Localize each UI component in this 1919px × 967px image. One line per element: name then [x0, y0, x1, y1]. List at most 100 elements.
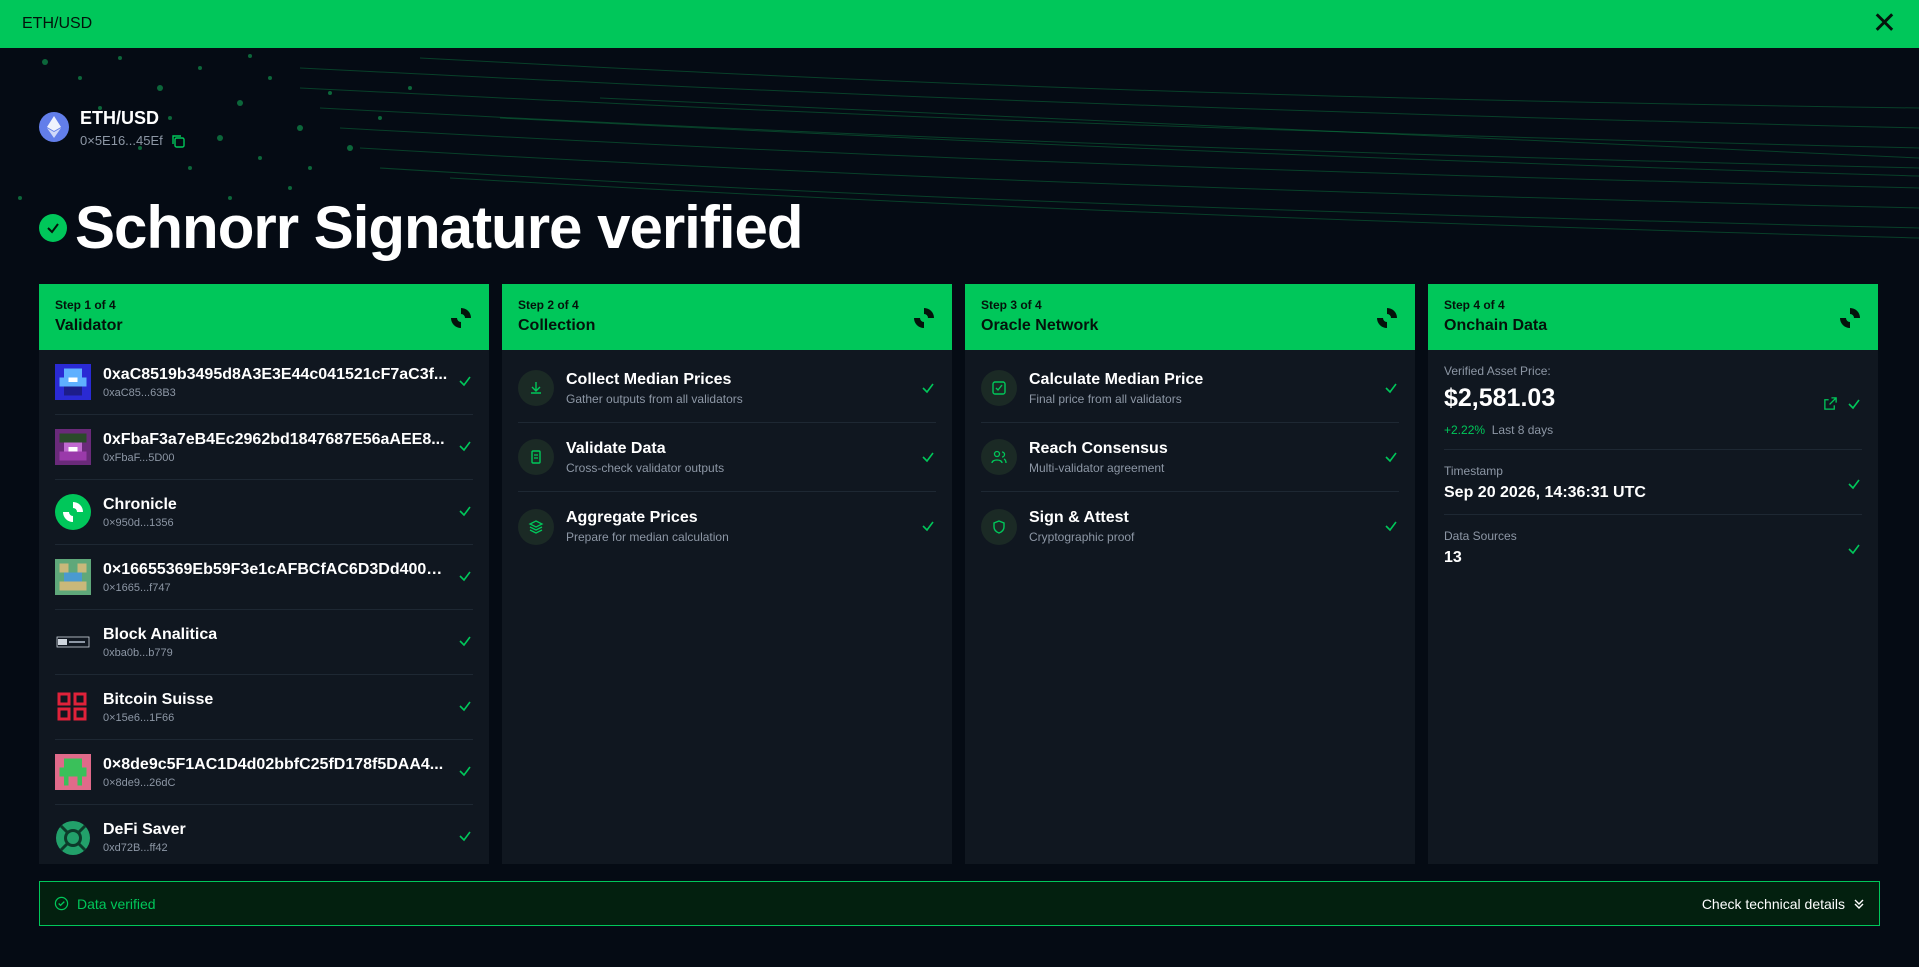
- panel-header: Step 3 of 4 Oracle Network: [965, 284, 1415, 350]
- validator-row[interactable]: Chronicle 0×950d...1356: [55, 480, 473, 545]
- validator-row[interactable]: 0xaC8519b3495d8A3E3E44c041521cF7aC3f... 0…: [55, 350, 473, 415]
- check-icon: [922, 452, 934, 463]
- window-title: ETH/USD: [22, 15, 93, 32]
- oracle-network-panel: Step 3 of 4 Oracle Network Calculate Med…: [965, 284, 1415, 864]
- step-title: Aggregate Prices: [566, 509, 698, 526]
- chronicle-icon: [1840, 308, 1860, 328]
- panel-title: Oracle Network: [981, 317, 1099, 334]
- validator-address: 0×950d...1356: [103, 516, 174, 529]
- timestamp-value: Sep 20 2026, 14:36:31 UTC: [1444, 484, 1646, 501]
- pixel-avatar-green: [55, 754, 91, 790]
- check-icon: [459, 506, 471, 517]
- check-icon: [459, 766, 471, 777]
- step-title: Sign & Attest: [1029, 509, 1129, 526]
- validator-address: 0xFbaF...5D00: [103, 451, 175, 464]
- chronicle-icon: [914, 308, 934, 328]
- step-title: Collect Median Prices: [566, 370, 732, 388]
- price-label: Verified Asset Price:: [1444, 364, 1551, 378]
- step-title: Reach Consensus: [1029, 439, 1168, 457]
- check-square-icon: [981, 370, 1017, 406]
- validator-address: 0xd72B...ff42: [103, 842, 168, 854]
- validator-row[interactable]: 0xFbaF3a7eB4Ec2962bd1847687E56aAEE8... 0x…: [55, 415, 473, 480]
- validator-row[interactable]: 0×16655369Eb59F3e1cAFBCfAC6D3Dd4001... 0×…: [55, 545, 473, 610]
- verification-heading: Schnorr Signature verified: [39, 193, 804, 262]
- panel-header: Step 4 of 4 Onchain Data: [1428, 284, 1878, 350]
- validator-address: 0×1665...f747: [103, 581, 171, 594]
- pixel-avatar-blue: [55, 364, 91, 400]
- validator-address: 0xaC85...63B3: [103, 386, 176, 399]
- check-icon: [459, 376, 471, 387]
- validator-name: 0xaC8519b3495d8A3E3E44c041521cF7aC3f...: [103, 365, 448, 383]
- oracle-step-row: Reach Consensus Multi-validator agreement: [981, 423, 1399, 492]
- check-icon: [459, 701, 471, 712]
- validator-address: 0×8de9...26dC: [103, 776, 176, 789]
- panel-header: Step 1 of 4 Validator: [39, 284, 489, 350]
- asset-address: 0×5E16...45Ef: [80, 133, 163, 148]
- collection-step-row: Collect Median Prices Gather outputs from…: [518, 354, 936, 423]
- oracle-step-row: Calculate Median Price Final price from a…: [981, 354, 1399, 423]
- defi-saver-logo: [56, 820, 90, 855]
- check-icon: [1385, 521, 1397, 532]
- price-change: +2.22%: [1444, 423, 1486, 437]
- validator-row[interactable]: DeFi Saver 0xd72B...ff42: [55, 805, 473, 870]
- check-icon: [459, 636, 471, 647]
- step-description: Multi-validator agreement: [1029, 460, 1165, 475]
- validator-name: Chronicle: [103, 495, 177, 513]
- technical-details-toggle[interactable]: Check technical details: [1702, 896, 1865, 912]
- validator-name: Bitcoin Suisse: [103, 690, 214, 708]
- oracle-step-row: Sign & Attest Cryptographic proof: [981, 492, 1399, 561]
- copy-icon[interactable]: [171, 134, 185, 148]
- validator-row[interactable]: 0×8de9c5F1AC1D4d02bbfC25fD178f5DAA4... 0×…: [55, 740, 473, 805]
- validator-row[interactable]: Block Analitica 0xba0b...b779: [55, 610, 473, 675]
- check-icon: [1385, 383, 1397, 394]
- page-title: Schnorr Signature verified: [75, 194, 804, 261]
- onchain-data-panel: Step 4 of 4 Onchain Data Verified Asset …: [1428, 284, 1878, 864]
- validator-name: 0×8de9c5F1AC1D4d02bbfC25fD178f5DAA4...: [103, 755, 444, 773]
- data-sources-value: 13: [1444, 549, 1462, 566]
- validator-name: Block Analitica: [103, 625, 218, 643]
- step-title: Validate Data: [566, 439, 666, 457]
- users-icon: [981, 439, 1017, 475]
- check-circle-icon: [54, 896, 69, 911]
- panel-title: Collection: [518, 317, 596, 334]
- ethereum-icon: [39, 112, 69, 142]
- validator-list: 0xaC8519b3495d8A3E3E44c041521cF7aC3f... 0…: [39, 350, 489, 870]
- close-icon[interactable]: ✕: [1872, 9, 1897, 39]
- top-bar: ETH/USD ✕: [0, 0, 1919, 48]
- pixel-avatar-purple: [55, 429, 91, 465]
- collection-step-row: Validate Data Cross-check validator outpu…: [518, 423, 936, 492]
- validator-name: DeFi Saver: [103, 821, 186, 838]
- asset-header: ETH/USD 0×5E16...45Ef: [39, 108, 185, 148]
- check-icon: [1848, 479, 1860, 490]
- step-description: Gather outputs from all validators: [566, 391, 743, 406]
- step-description: Cross-check validator outputs: [566, 460, 725, 475]
- validator-name: 0xFbaF3a7eB4Ec2962bd1847687E56aAEE8...: [103, 430, 445, 448]
- data-sources-row: Data Sources 13: [1444, 515, 1862, 579]
- step-label: Step 4 of 4: [1444, 298, 1505, 312]
- price-change-period: Last 8 days: [1491, 423, 1554, 437]
- verification-footer: Data verified Check technical details: [39, 881, 1880, 926]
- chronicle-icon: [1377, 308, 1397, 328]
- price-row: Verified Asset Price: $2,581.03 +2.22% L…: [1444, 350, 1862, 450]
- timestamp-row: Timestamp Sep 20 2026, 14:36:31 UTC: [1444, 450, 1862, 515]
- bitcoin-suisse-logo: [57, 692, 87, 721]
- timestamp-label: Timestamp: [1444, 464, 1503, 478]
- chronicle-logo: [55, 494, 91, 530]
- verified-price: $2,581.03: [1444, 384, 1556, 412]
- check-icon: [1848, 399, 1860, 410]
- block-analitica-logo: [56, 636, 90, 648]
- validator-address: 0xba0b...b779: [103, 646, 173, 659]
- panel-header: Step 2 of 4 Collection: [502, 284, 952, 350]
- validator-row[interactable]: Bitcoin Suisse 0×15e6...1F66: [55, 675, 473, 740]
- check-icon: [459, 571, 471, 582]
- asset-name: ETH/USD: [80, 108, 160, 128]
- step-description: Prepare for median calculation: [566, 530, 729, 544]
- external-link-icon[interactable]: [1823, 396, 1838, 411]
- validator-name: 0×16655369Eb59F3e1cAFBCfAC6D3Dd4001...: [103, 560, 448, 578]
- step-label: Step 2 of 4: [518, 298, 579, 312]
- collection-panel: Step 2 of 4 Collection Collect Median Pr…: [502, 284, 952, 864]
- pixel-avatar-teal: [55, 559, 91, 595]
- validator-panel: Step 1 of 4 Validator 0xaC8519b3495d8A3E…: [39, 284, 489, 864]
- technical-details-label: Check technical details: [1701, 895, 1845, 912]
- validator-address: 0×15e6...1F66: [103, 711, 175, 724]
